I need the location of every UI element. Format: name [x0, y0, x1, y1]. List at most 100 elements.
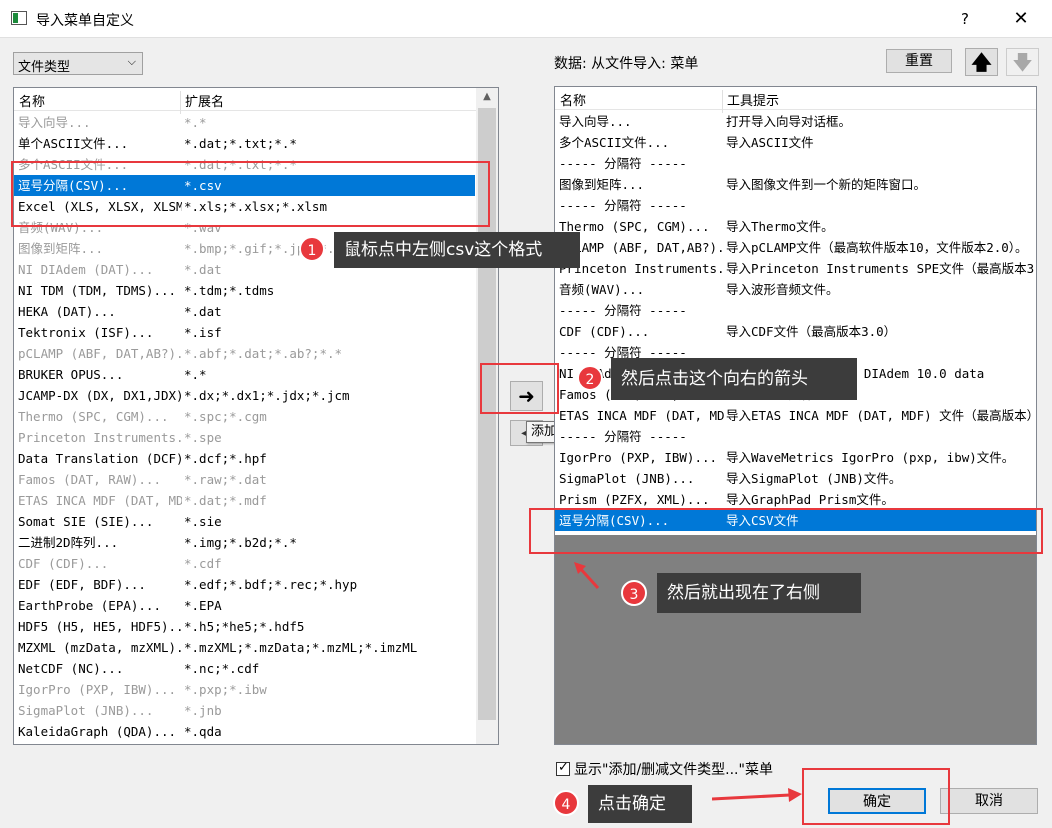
item-name: 导入向导... [18, 115, 91, 130]
list-item[interactable]: 图像到矩阵... 导入图像文件到一个新的矩阵窗口。 [555, 174, 1036, 195]
file-type-value: 文件类型 [18, 60, 71, 75]
item-tip: 打开导入向导对话框。 [726, 114, 852, 129]
list-item[interactable]: Prism (PZFX, XML)... 导入GraphPad Prism文件。 [555, 489, 1036, 510]
list-item[interactable]: Famos (DAT, RAW)... *.raw;*.dat [14, 469, 475, 490]
list-item[interactable]: ETAS INCA MDF (DAT, MDF)...导入ETAS INCA M… [555, 405, 1036, 426]
list-item[interactable]: Somat SIE (SIE)... *.sie [14, 511, 475, 532]
col-header-ext[interactable]: 扩展名 [185, 91, 224, 110]
col-header-name[interactable]: 名称 [19, 91, 45, 110]
highlight-box-4 [802, 768, 950, 825]
col-header-tooltip[interactable]: 工具提示 [727, 90, 779, 109]
item-name: Data Translation (DCF)... [18, 451, 182, 466]
item-ext: *.dx;*.dx1;*.jdx;*.jcm [184, 388, 350, 403]
list-item[interactable]: pCLAMP (ABF, DAT,AB?)... *.abf;*.dat;*.ab… [14, 343, 475, 364]
list-item[interactable]: HEKA (DAT)... *.dat [14, 301, 475, 322]
item-name: IgorPro (PXP, IBW)... [18, 682, 177, 697]
item-name: SigmaPlot (JNB)... [559, 471, 695, 486]
item-name: IgorPro (PXP, IBW)... [559, 450, 718, 465]
list-item[interactable]: 单个ASCII文件... *.dat;*.txt;*.* [14, 133, 475, 154]
list-item[interactable]: Thermo (SPC, CGM)... 导入Thermo文件。 [555, 216, 1036, 237]
item-ext: *.dcf;*.hpf [184, 451, 267, 466]
item-name: ----- 分隔符 ----- [559, 303, 687, 318]
item-name: 图像到矩阵... [18, 241, 104, 256]
list-item[interactable]: JCAMP-DX (DX, DX1,JDX)...*.dx;*.dx1;*.jd… [14, 385, 475, 406]
item-ext: *.dat;*.txt;*.* [184, 136, 297, 151]
list-item[interactable]: 导入向导... 打开导入向导对话框。 [555, 111, 1036, 132]
list-item[interactable]: Tektronix (ISF)... *.isf [14, 322, 475, 343]
item-name: Prism (PZFX, XML)... [559, 492, 710, 507]
show-menu-checkbox-row[interactable]: 显示"添加/删减文件类型..."菜单 [556, 759, 773, 779]
list-item[interactable]: Thermo (SPC, CGM)... *.spc;*.cgm [14, 406, 475, 427]
list-item[interactable]: 音频(WAV)... 导入波形音频文件。 [555, 279, 1036, 300]
list-item[interactable]: BRUKER OPUS... *.* [14, 364, 475, 385]
item-name: 导入向导... [559, 114, 632, 129]
list-item[interactable]: CDF (CDF)... *.cdf [14, 553, 475, 574]
show-menu-checkbox[interactable] [556, 760, 570, 776]
item-tip: 导入CDF文件（最高版本3.0） [726, 324, 897, 339]
list-item[interactable]: EDF (EDF, BDF)... *.edf;*.bdf;*.rec;*.hyp [14, 574, 475, 595]
item-tip: 导入Princeton Instruments SPE文件（最高版本3.0） [726, 261, 1034, 276]
list-item[interactable]: ETAS INCA MDF (DAT, MDF)...*.dat;*.mdf [14, 490, 475, 511]
item-ext: *.qda [184, 724, 222, 739]
show-menu-label: 显示"添加/删减文件类型..."菜单 [574, 762, 773, 778]
list-item[interactable]: NetCDF (NC)... *.nc;*.cdf [14, 658, 475, 679]
app-icon [11, 11, 27, 25]
col-header-name[interactable]: 名称 [560, 90, 586, 109]
item-ext: *.sie [184, 514, 222, 529]
item-name: BRUKER OPUS... [18, 367, 124, 382]
list-empty-area [555, 535, 1036, 744]
list-item[interactable]: ----- 分隔符 ----- [555, 195, 1036, 216]
cancel-button[interactable]: 取消 [940, 788, 1038, 814]
list-item[interactable]: IgorPro (PXP, IBW)... *.pxp;*.ibw [14, 679, 475, 700]
list-item[interactable]: Princeton Instruments... 导入Princeton Inst… [555, 258, 1036, 279]
item-name: Thermo (SPC, CGM)... [559, 219, 710, 234]
list-item[interactable]: 导入向导... *.* [14, 112, 475, 133]
list-item[interactable]: 二进制2D阵列... *.img;*.b2d;*.* [14, 532, 475, 553]
item-tip: 导入图像文件到一个新的矩阵窗口。 [726, 177, 927, 192]
list-item[interactable]: EarthProbe (EPA)... *.EPA [14, 595, 475, 616]
item-name: Tektronix (ISF)... [18, 325, 154, 340]
menu-path-label: 数据: 从文件导入: 菜单 [554, 56, 699, 72]
list-item[interactable]: SigmaPlot (JNB)... *.jnb [14, 700, 475, 721]
list-item[interactable]: SigmaPlot (JNB)... 导入SigmaPlot (JNB)文件。 [555, 468, 1036, 489]
list-item[interactable]: ----- 分隔符 ----- [555, 300, 1036, 321]
item-name: ----- 分隔符 ----- [559, 429, 687, 444]
reset-button[interactable]: 重置 [886, 49, 952, 73]
move-up-button[interactable]: 🡅 [965, 48, 998, 76]
list-item[interactable]: IgorPro (PXP, IBW)... 导入WaveMetrics IgorP… [555, 447, 1036, 468]
item-ext: *.spc;*.cgm [184, 409, 267, 424]
list-item[interactable]: ----- 分隔符 ----- [555, 153, 1036, 174]
highlight-box-2 [480, 363, 559, 414]
item-tip: 导入SigmaPlot (JNB)文件。 [726, 471, 902, 486]
annotation-3: 然后就出现在了右侧 [657, 573, 861, 613]
list-item[interactable]: HDF5 (H5, HE5, HDF5)... *.h5;*he5;*.hdf5 [14, 616, 475, 637]
item-name: 图像到矩阵... [559, 177, 645, 192]
item-name: ----- 分隔符 ----- [559, 198, 687, 213]
item-name: CDF (CDF)... [18, 556, 109, 571]
list-item[interactable]: 多个ASCII文件... 导入ASCII文件 [555, 132, 1036, 153]
move-down-button[interactable]: 🡇 [1006, 48, 1039, 76]
item-name: MZXML (mzData, mzXML)... [18, 640, 182, 655]
item-ext: *.abf;*.dat;*.ab?;*.* [184, 346, 343, 361]
item-name: HEKA (DAT)... [18, 304, 116, 319]
list-item[interactable]: Data Translation (DCF)...*.dcf;*.hpf [14, 448, 475, 469]
arrow-icon [572, 560, 602, 590]
list-item[interactable]: pCLAMP (ABF, DAT,AB?)... 导入pCLAMP文件（最高软件版… [555, 237, 1036, 258]
file-type-combo[interactable]: 文件类型 ⌵ [13, 52, 143, 75]
list-item[interactable]: KaleidaGraph (QDA)... *.qda [14, 721, 475, 742]
item-name: pCLAMP (ABF, DAT,AB?)... [18, 346, 182, 361]
item-name: 单个ASCII文件... [18, 136, 129, 151]
list-item[interactable]: Princeton Instruments... *.spe [14, 427, 475, 448]
item-name: 音频(WAV)... [559, 282, 645, 297]
scroll-up-icon[interactable]: ▲ [476, 88, 498, 106]
list-item[interactable]: ----- 分隔符 ----- [555, 426, 1036, 447]
list-item[interactable]: MZXML (mzData, mzXML)... *.mzXML;*.mzData… [14, 637, 475, 658]
list-item[interactable]: NI TDM (TDM, TDMS)... *.tdm;*.tdms [14, 280, 475, 301]
close-button[interactable]: ✕ [1004, 6, 1038, 32]
item-ext: *.tdm;*.tdms [184, 283, 275, 298]
step-badge-4: 4 [553, 790, 579, 816]
window-title: 导入菜单自定义 [36, 13, 134, 29]
help-button[interactable]: ? [948, 6, 982, 32]
item-ext: *.nc;*.cdf [184, 661, 260, 676]
list-item[interactable]: CDF (CDF)... 导入CDF文件（最高版本3.0） [555, 321, 1036, 342]
